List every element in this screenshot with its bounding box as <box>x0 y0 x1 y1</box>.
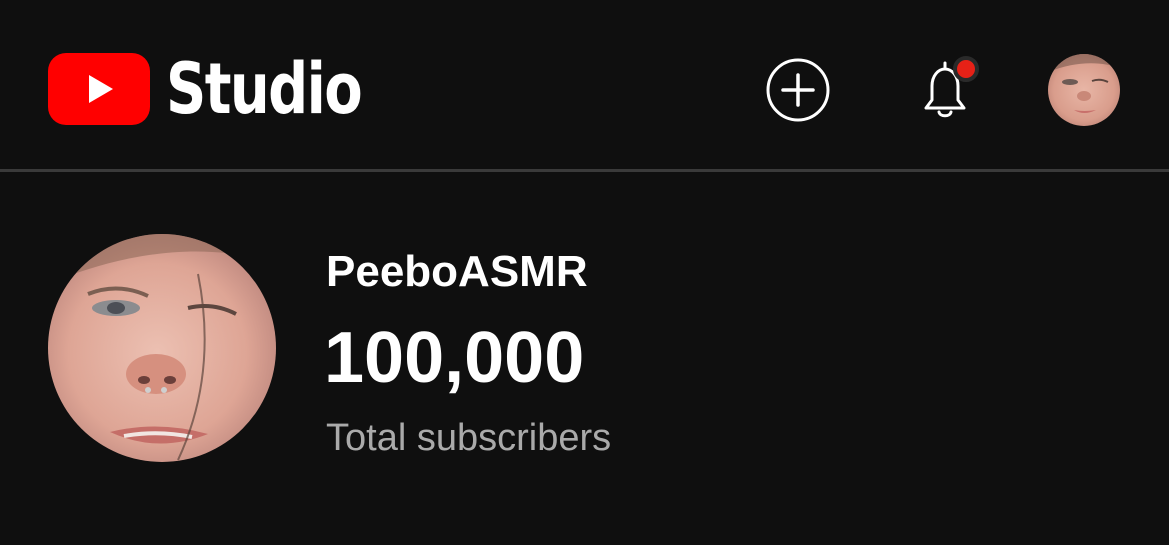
channel-avatar[interactable] <box>48 234 276 462</box>
studio-logo[interactable]: Studio <box>48 53 410 125</box>
subscriber-label: Total subscribers <box>326 417 612 459</box>
top-app-bar: Studio <box>0 0 1169 172</box>
notifications-button[interactable] <box>910 54 980 124</box>
app-title: Studio <box>166 48 363 130</box>
channel-name: PeeboASMR <box>326 247 588 296</box>
create-button[interactable] <box>766 58 830 122</box>
avatar <box>1048 54 1120 126</box>
subscriber-count: 100,000 <box>324 318 585 398</box>
account-avatar[interactable] <box>1048 54 1120 126</box>
avatar <box>48 234 276 462</box>
notification-badge <box>953 56 979 82</box>
plus-circle-icon <box>766 58 830 122</box>
youtube-play-icon <box>48 53 150 125</box>
